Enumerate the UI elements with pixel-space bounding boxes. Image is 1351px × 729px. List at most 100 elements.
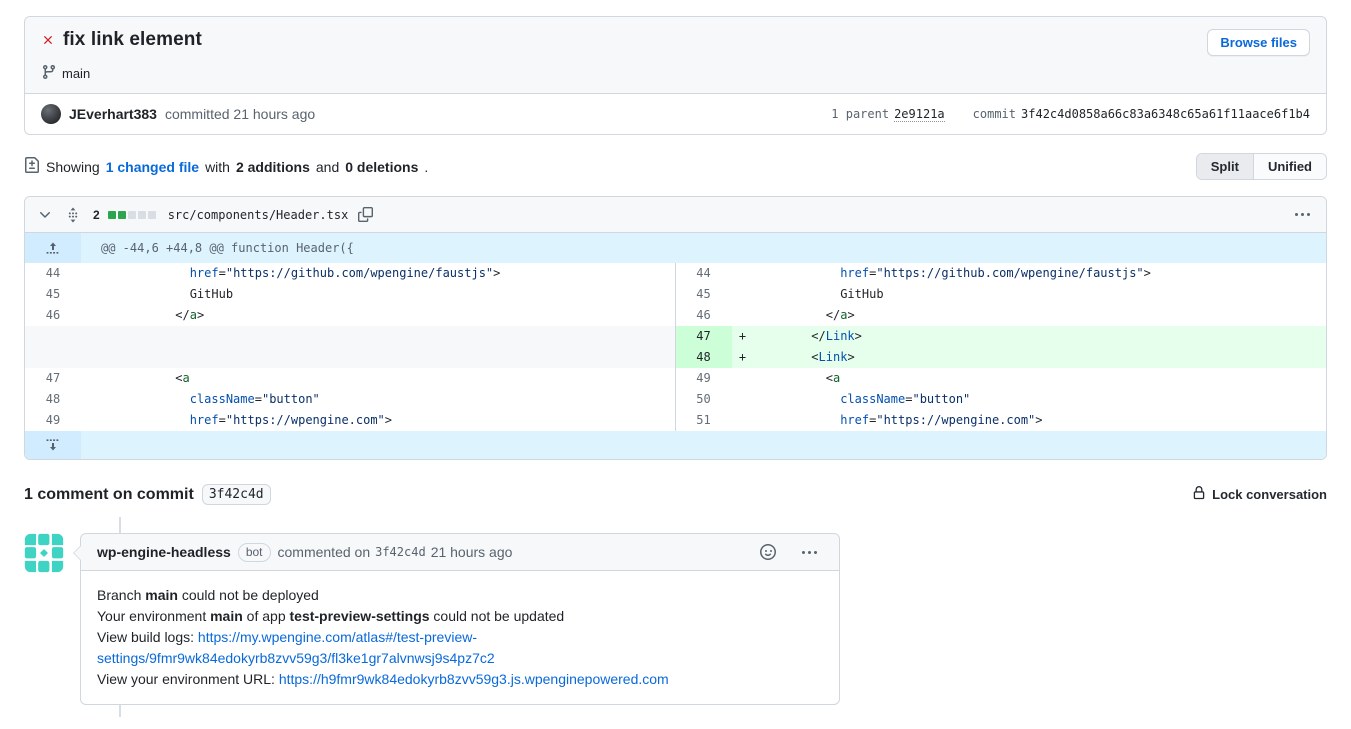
diff-line-right[interactable]: 51 href="https://wpengine.com">	[676, 410, 1327, 431]
comment-bold-text: test-preview-settings	[290, 608, 430, 624]
diff-marker	[732, 263, 754, 284]
showing-prefix: Showing	[46, 159, 100, 175]
diff-line-right[interactable]: 46 </a>	[676, 305, 1327, 326]
code-text	[103, 326, 675, 347]
line-number[interactable]: 44	[676, 263, 732, 284]
expand-up-icon[interactable]	[25, 233, 81, 263]
line-number[interactable]: 46	[676, 305, 732, 326]
deletions-count: 0 deletions	[345, 159, 418, 175]
line-number[interactable]: 47	[676, 326, 732, 347]
comment-row: wp-engine-headless bot commented on 3f42…	[24, 517, 1327, 705]
comment-header: wp-engine-headless bot commented on 3f42…	[81, 534, 839, 571]
commit-sha-chip[interactable]: 3f42c4d	[202, 484, 271, 505]
diffstat-neutral-square	[148, 211, 156, 219]
comments-heading-text: 1 comment on commit	[24, 486, 194, 504]
comment-body-line: Branch main could not be deployed	[97, 585, 823, 606]
browse-files-button[interactable]: Browse files	[1207, 29, 1310, 56]
diff-marker	[81, 263, 103, 284]
diff-marker	[732, 389, 754, 410]
bot-avatar[interactable]	[24, 533, 64, 573]
diff-line-left[interactable]: 45 GitHub	[25, 284, 675, 305]
branch-name[interactable]: main	[62, 66, 90, 81]
commit-header-bottom: JEverhart383 committed 21 hours ago 1 pa…	[25, 94, 1326, 134]
author-name[interactable]: JEverhart383	[69, 106, 157, 122]
diff-line-right[interactable]: 48+ <Link>	[676, 347, 1327, 368]
diff-line-right[interactable]: 44 href="https://github.com/wpengine/fau…	[676, 263, 1327, 284]
file-options-kebab-icon[interactable]	[1289, 209, 1316, 220]
commented-on-text: commented on	[278, 544, 371, 560]
comment-box: wp-engine-headless bot commented on 3f42…	[80, 533, 840, 705]
comment-text: Branch	[97, 587, 145, 603]
drag-move-icon[interactable]	[63, 205, 83, 225]
code-text: className="button"	[754, 389, 1327, 410]
line-number[interactable]: 48	[676, 347, 732, 368]
diff-marker	[81, 347, 103, 368]
author-avatar[interactable]	[41, 104, 61, 124]
commit-label: commit	[973, 107, 1016, 121]
reaction-smiley-icon[interactable]	[758, 542, 778, 562]
line-number[interactable]: 45	[25, 284, 81, 305]
diff-line-left	[25, 347, 675, 368]
line-number[interactable]: 51	[676, 410, 732, 431]
diff-line-right[interactable]: 50 className="button"	[676, 389, 1327, 410]
diff-marker	[732, 368, 754, 389]
additions-count: 2 additions	[236, 159, 310, 175]
diff-line-right[interactable]: 47+ </Link>	[676, 326, 1327, 347]
line-number[interactable]: 46	[25, 305, 81, 326]
diff-line-left[interactable]: 49 href="https://wpengine.com">	[25, 410, 675, 431]
diff-line-right[interactable]: 49 <a	[676, 368, 1327, 389]
code-text: <Link>	[754, 347, 1327, 368]
and-word: and	[316, 159, 339, 175]
commit-title: fix link element	[63, 29, 202, 51]
comment-text: could not be deployed	[178, 587, 319, 603]
line-number[interactable]: 49	[676, 368, 732, 389]
comment-author[interactable]: wp-engine-headless	[97, 544, 231, 560]
split-view-button[interactable]: Split	[1197, 154, 1253, 179]
diff-marker	[81, 389, 103, 410]
bot-badge: bot	[238, 543, 271, 562]
comment-text: View your environment URL:	[97, 671, 279, 687]
diff-line-left[interactable]: 44 href="https://github.com/wpengine/fau…	[25, 263, 675, 284]
period: .	[424, 159, 428, 175]
expand-down-icon[interactable]	[25, 431, 81, 459]
diff-line-left[interactable]: 48 className="button"	[25, 389, 675, 410]
commit-sha: 3f42c4d0858a66c83a6348c65a61f11aace6f1b4	[1021, 107, 1310, 121]
line-number[interactable]: 49	[25, 410, 81, 431]
collapse-file-chevron-icon[interactable]	[35, 205, 55, 225]
diff-line-right[interactable]: 45 GitHub	[676, 284, 1327, 305]
line-number[interactable]: 45	[676, 284, 732, 305]
code-text	[103, 347, 675, 368]
diff-marker	[732, 305, 754, 326]
line-number[interactable]: 48	[25, 389, 81, 410]
line-number[interactable]: 44	[25, 263, 81, 284]
diff-pane-left: 44 href="https://github.com/wpengine/fau…	[25, 263, 676, 431]
comment-time[interactable]: 21 hours ago	[431, 544, 513, 560]
lock-conversation-button[interactable]: Lock conversation	[1192, 486, 1327, 503]
expander-row	[25, 431, 1326, 459]
diff-marker	[732, 410, 754, 431]
files-toolbar: Showing 1 changed file with 2 additions …	[24, 153, 1327, 180]
line-number[interactable]: 50	[676, 389, 732, 410]
diffstat-added-square	[118, 211, 126, 219]
diff-line-left[interactable]: 46 </a>	[25, 305, 675, 326]
line-number[interactable]: 47	[25, 368, 81, 389]
unified-view-button[interactable]: Unified	[1253, 154, 1326, 179]
file-path[interactable]: src/components/Header.tsx	[168, 208, 349, 222]
hunk-header-text: @@ -44,6 +44,8 @@ function Header({	[81, 233, 354, 263]
status-failed-x-icon[interactable]	[41, 33, 55, 47]
diffstat-added-square	[108, 211, 116, 219]
comment-options-kebab-icon[interactable]	[796, 547, 823, 558]
diff-marker	[732, 284, 754, 305]
copy-path-icon[interactable]	[356, 205, 375, 224]
changed-file-link[interactable]: 1 changed file	[106, 159, 199, 175]
parent-sha-link[interactable]: 2e9121a	[894, 107, 945, 122]
comment-commit-sha[interactable]: 3f42c4d	[375, 545, 426, 559]
diff-line-left[interactable]: 47 <a	[25, 368, 675, 389]
code-text: href="https://wpengine.com">	[754, 410, 1327, 431]
comment-link[interactable]: https://h9fmr9wk84edokyrb8zvv59g3.js.wpe…	[279, 671, 669, 687]
code-text: href="https://github.com/wpengine/faustj…	[754, 263, 1327, 284]
diff-body: @@ -44,6 +44,8 @@ function Header({ 44 h…	[25, 233, 1326, 459]
code-text: </Link>	[754, 326, 1327, 347]
diff-marker	[81, 284, 103, 305]
diff-marker	[81, 326, 103, 347]
